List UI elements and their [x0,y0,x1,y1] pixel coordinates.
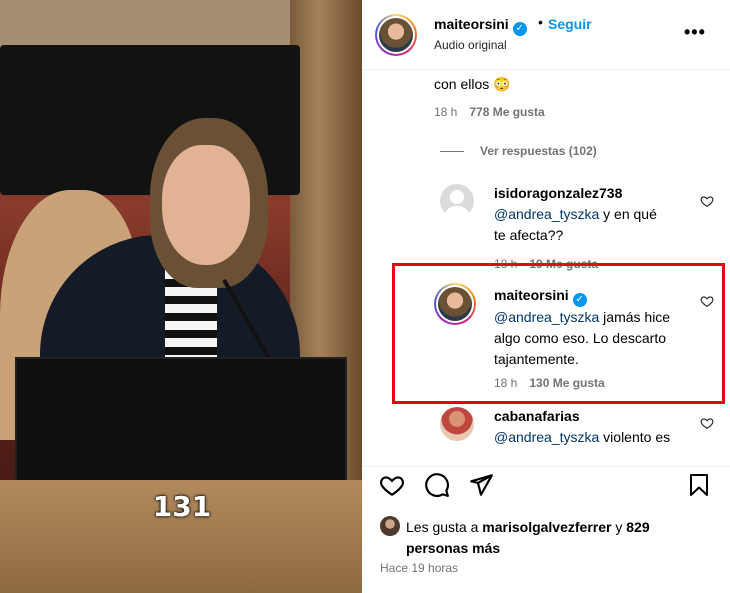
view-replies-label[interactable]: Ver respuestas (102) [480,144,597,158]
verified-icon: ✓ [512,22,527,36]
likes-user[interactable]: marisolgalvezferrer [482,519,611,535]
likes-prefix: Les gusta a [406,519,483,535]
post-timestamp[interactable]: Hace 19 horas [380,561,458,575]
bookmark-icon[interactable] [687,472,711,498]
heart-icon[interactable] [700,416,714,430]
comment-time: 18 h [434,105,458,119]
post-panel: maiteorsini ✓ • Seguir Audio original •••… [362,0,730,593]
comment-text-line2: te afecta?? [494,227,564,243]
comment-username[interactable]: isidoragonzalez738 [494,185,622,201]
comments-list[interactable]: con ellos 😳 18 h 778 Me gusta Ver respues… [362,71,730,466]
comment-icon[interactable] [424,472,450,498]
comment-mention[interactable]: @andrea_tyszka [494,429,599,445]
comment-avatar[interactable] [440,407,474,441]
comment-body: isidoragonzalez738 @andrea_tyszka y en q… [494,183,684,246]
avatar[interactable] [375,14,417,56]
like-heart-icon[interactable] [379,472,405,498]
post-username[interactable]: maiteorsini ✓ [434,16,527,36]
comment-text-line1: y en qué [599,206,657,222]
comment-text: con ellos 😳 [434,76,511,92]
comment-avatar-placeholder[interactable] [440,184,474,218]
share-icon[interactable] [468,472,494,498]
likes-suffix[interactable]: personas más [406,540,500,556]
post-username-text[interactable]: maiteorsini [434,16,509,32]
comment-mention[interactable]: @andrea_tyszka [494,206,599,222]
post-actions: Les gusta a marisolgalvezferrer y 829 pe… [362,466,730,593]
speaker-face [162,145,250,265]
follow-button[interactable]: Seguir [548,16,592,32]
desk-monitor [15,357,347,487]
more-icon[interactable]: ••• [684,22,706,43]
likes-summary: Les gusta a marisolgalvezferrer y 829 pe… [406,517,716,559]
comment-likes[interactable]: 778 Me gusta [469,105,544,119]
highlight-box [392,263,725,404]
view-replies-button[interactable]: Ver respuestas (102) [440,144,597,158]
post-header: maiteorsini ✓ • Seguir Audio original ••• [362,0,730,70]
likes-count[interactable]: 829 [626,519,649,535]
liker-avatar[interactable] [380,516,400,536]
video-player[interactable]: 131 [0,0,362,593]
likes-mid: y [611,519,627,535]
audio-link[interactable]: Audio original [434,38,507,52]
comment-meta: 18 h 778 Me gusta [434,105,545,119]
comment-text-line1: violento es [599,429,671,445]
comment-body: cabanafarias @andrea_tyszka violento es [494,406,704,448]
separator-dot: • [538,14,543,30]
heart-icon[interactable] [700,194,714,208]
replies-divider [440,151,464,153]
comment-username[interactable]: cabanafarias [494,408,580,424]
video-counter: 131 [152,490,212,523]
